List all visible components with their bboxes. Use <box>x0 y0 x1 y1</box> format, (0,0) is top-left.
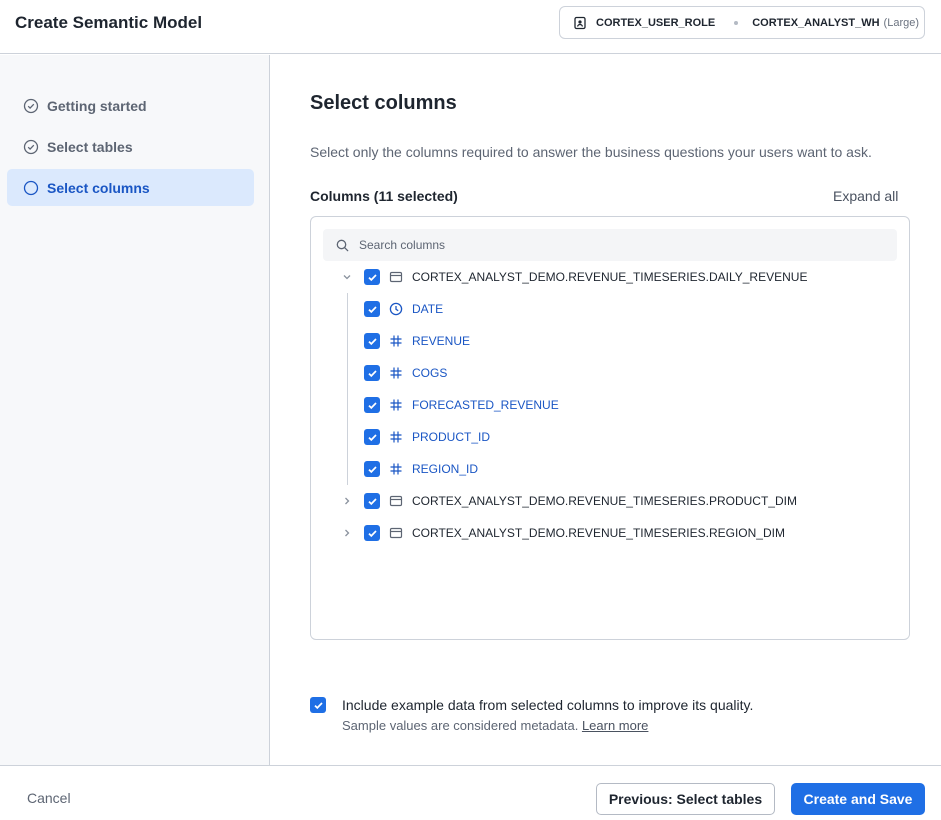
chevron-down-icon[interactable] <box>341 271 353 283</box>
cancel-button[interactable]: Cancel <box>27 790 71 806</box>
include-example-label: Include example data from selected colum… <box>342 697 754 713</box>
tree-row-column[interactable]: REGION_ID <box>311 453 909 485</box>
tree-row-label: DATE <box>412 302 444 316</box>
tree-row-label: REVENUE <box>412 334 471 348</box>
step-label: Getting started <box>47 97 147 114</box>
search-icon <box>336 239 349 252</box>
row-checkbox[interactable] <box>364 269 380 285</box>
app-title: Create Semantic Model <box>15 13 203 32</box>
steps-sidebar: Getting started Select tables Select col… <box>0 55 270 765</box>
step-select-tables[interactable]: Select tables <box>7 128 254 165</box>
hash-icon <box>389 462 403 476</box>
table-icon <box>389 270 403 284</box>
tree-row-label: COGS <box>412 366 448 380</box>
row-checkbox[interactable] <box>364 525 380 541</box>
main-panel: Select columns Select only the columns r… <box>271 55 941 765</box>
clock-icon <box>389 302 403 316</box>
tree-row-table[interactable]: CORTEX_ANALYST_DEMO.REVENUE_TIMESERIES.D… <box>311 261 909 293</box>
tree-row-label: CORTEX_ANALYST_DEMO.REVENUE_TIMESERIES.P… <box>412 494 797 508</box>
step-label: Select columns <box>47 179 150 196</box>
warehouse-name: CORTEX_ANALYST_WH <box>752 16 880 29</box>
row-checkbox[interactable] <box>364 397 380 413</box>
row-checkbox[interactable] <box>364 461 380 477</box>
row-checkbox[interactable] <box>364 301 380 317</box>
circle-icon <box>23 180 39 196</box>
step-getting-started[interactable]: Getting started <box>7 87 254 124</box>
include-example-hint: Sample values are considered metadata. L… <box>342 718 648 733</box>
columns-tree: CORTEX_ANALYST_DEMO.REVENUE_TIMESERIES.D… <box>310 216 910 640</box>
role-badge-icon <box>573 16 587 30</box>
check-circle-icon <box>23 139 39 155</box>
row-checkbox[interactable] <box>364 333 380 349</box>
tree-row-label: PRODUCT_ID <box>412 430 491 444</box>
tree-row-column[interactable]: FORECASTED_REVENUE <box>311 389 909 421</box>
tree-row-column[interactable]: REVENUE <box>311 325 909 357</box>
warehouse-size: (Large) <box>883 16 920 29</box>
learn-more-link[interactable]: Learn more <box>582 718 648 733</box>
hash-icon <box>389 430 403 444</box>
role-name: CORTEX_USER_ROLE <box>596 16 716 29</box>
tree-row-column[interactable]: DATE <box>311 293 909 325</box>
tree-row-table[interactable]: CORTEX_ANALYST_DEMO.REVENUE_TIMESERIES.P… <box>311 485 909 517</box>
previous-button[interactable]: Previous: Select tables <box>596 783 775 815</box>
tree-row-column[interactable]: PRODUCT_ID <box>311 421 909 453</box>
tree-row-label: FORECASTED_REVENUE <box>412 398 559 412</box>
row-checkbox[interactable] <box>364 429 380 445</box>
columns-count-label: Columns (11 selected) <box>310 188 458 204</box>
search-box[interactable] <box>323 229 897 261</box>
footer-bar: Cancel Previous: Select tables Create an… <box>0 765 941 820</box>
table-icon <box>389 526 403 540</box>
header-bar: Create Semantic Model CORTEX_USER_ROLE C… <box>0 0 941 54</box>
row-checkbox[interactable] <box>364 365 380 381</box>
hash-icon <box>389 334 403 348</box>
expand-all-button[interactable]: Expand all <box>833 188 898 204</box>
page-description: Select only the columns required to answ… <box>310 144 872 160</box>
hash-icon <box>389 398 403 412</box>
include-hint-text: Sample values are considered metadata. <box>342 718 579 733</box>
step-label: Select tables <box>47 138 133 155</box>
tree-row-label: CORTEX_ANALYST_DEMO.REVENUE_TIMESERIES.R… <box>412 526 785 540</box>
page-title: Select columns <box>310 92 457 114</box>
check-circle-icon <box>23 98 39 114</box>
separator-dot <box>734 20 739 25</box>
tree-row-label: CORTEX_ANALYST_DEMO.REVENUE_TIMESERIES.D… <box>412 270 808 284</box>
include-example-checkbox[interactable] <box>310 697 326 713</box>
chevron-right-icon[interactable] <box>341 527 353 539</box>
tree-row-column[interactable]: COGS <box>311 357 909 389</box>
table-icon <box>389 494 403 508</box>
row-checkbox[interactable] <box>364 493 380 509</box>
search-input[interactable] <box>359 238 879 252</box>
chevron-right-icon[interactable] <box>341 495 353 507</box>
step-select-columns[interactable]: Select columns <box>7 169 254 206</box>
tree-row-label: REGION_ID <box>412 462 479 476</box>
hash-icon <box>389 366 403 380</box>
context-selector[interactable]: CORTEX_USER_ROLE CORTEX_ANALYST_WH (Larg… <box>559 6 925 39</box>
tree-row-table[interactable]: CORTEX_ANALYST_DEMO.REVENUE_TIMESERIES.R… <box>311 517 909 549</box>
create-and-save-button[interactable]: Create and Save <box>791 783 925 815</box>
